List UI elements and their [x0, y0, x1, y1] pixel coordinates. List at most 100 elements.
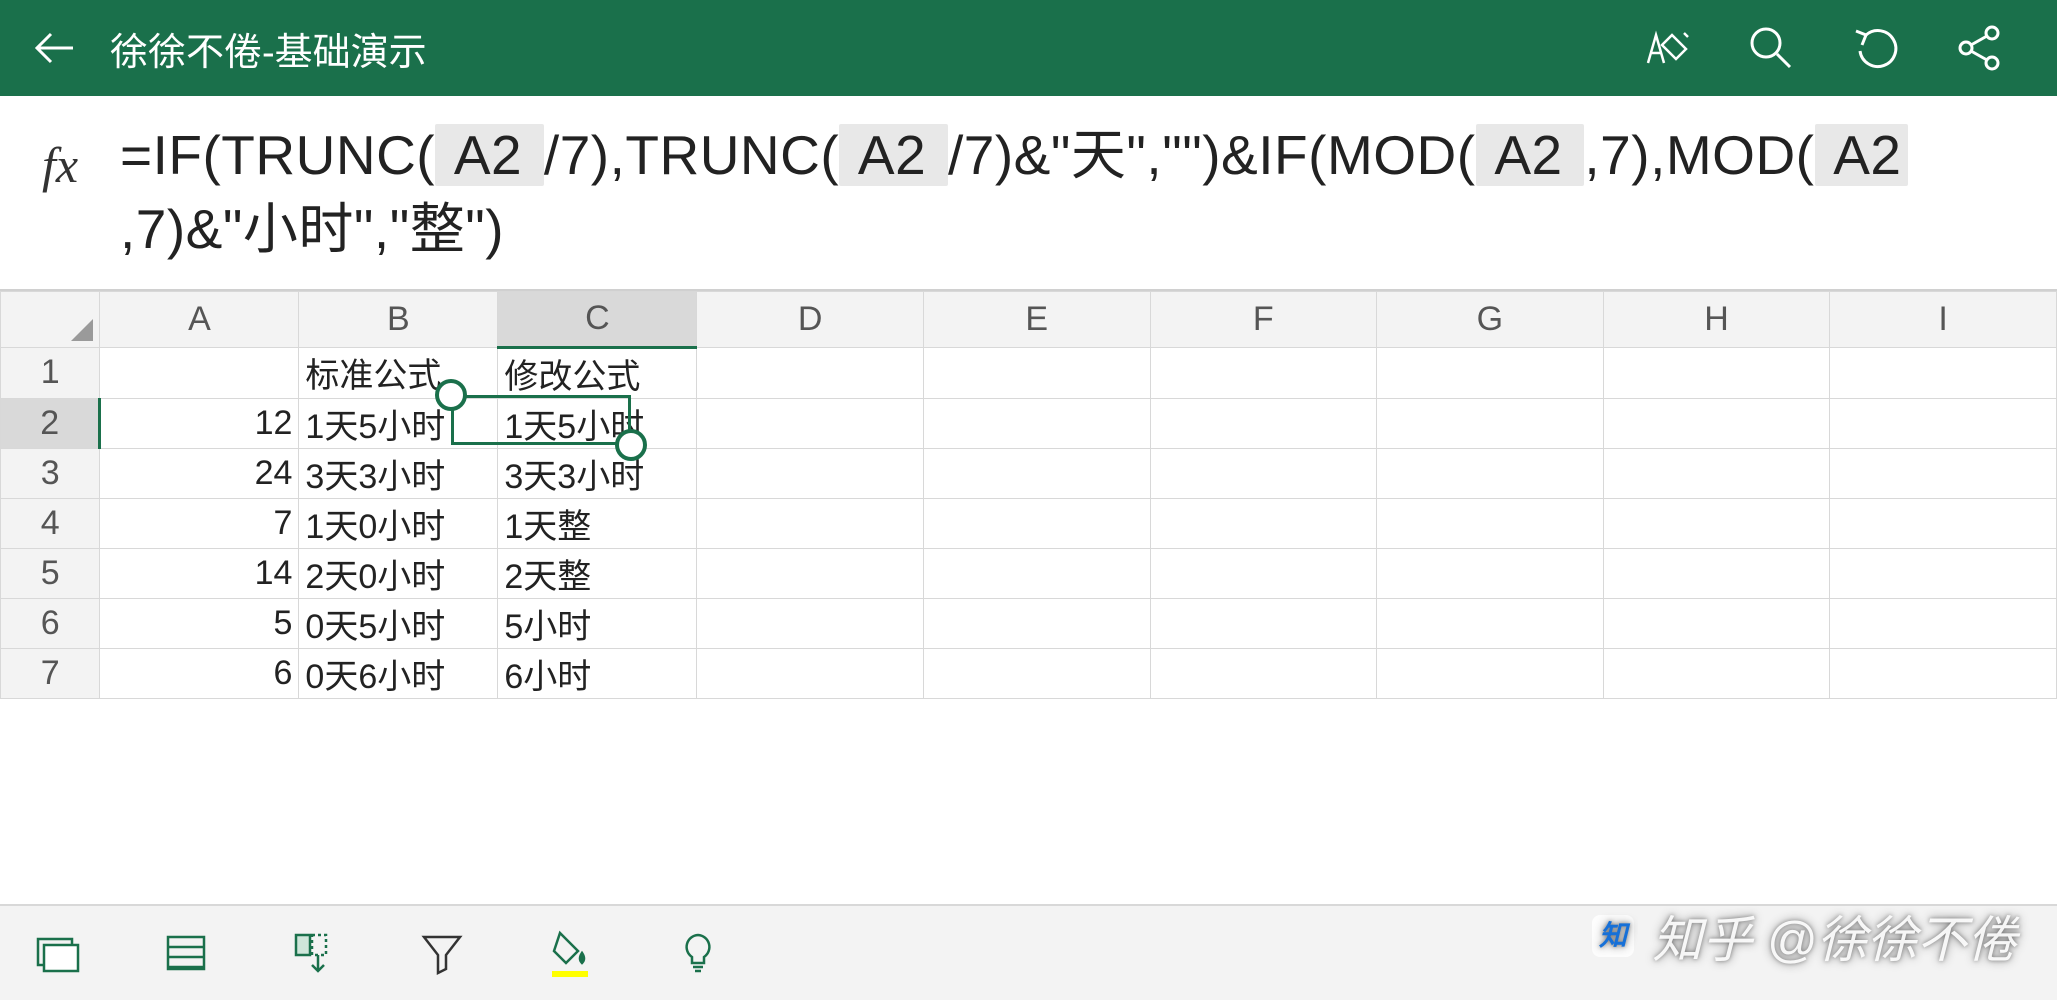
cell-B2[interactable]: 1天5小时 [299, 398, 498, 448]
cell-I6[interactable] [1830, 598, 2057, 648]
cell-H5[interactable] [1603, 548, 1830, 598]
cell-B7[interactable]: 0天6小时 [299, 648, 498, 698]
cell-C7[interactable]: 6小时 [498, 648, 697, 698]
cell-G4[interactable] [1377, 498, 1604, 548]
cell-C2[interactable]: 1天5小时 [498, 398, 697, 448]
edit-pen-icon[interactable] [1639, 20, 1695, 76]
cell-E1[interactable] [923, 347, 1150, 398]
col-header-C[interactable]: C [498, 291, 697, 347]
col-header-I[interactable]: I [1830, 291, 2057, 347]
cell-E5[interactable] [923, 548, 1150, 598]
cell-B3[interactable]: 3天3小时 [299, 448, 498, 498]
cell-I2[interactable] [1830, 398, 2057, 448]
row-header-6[interactable]: 6 [1, 598, 100, 648]
cell-E7[interactable] [923, 648, 1150, 698]
col-header-F[interactable]: F [1150, 291, 1377, 347]
fill-color-icon[interactable] [542, 925, 598, 981]
cell-I5[interactable] [1830, 548, 2057, 598]
cell-C5[interactable]: 2天整 [498, 548, 697, 598]
cell-I3[interactable] [1830, 448, 2057, 498]
search-icon[interactable] [1743, 20, 1799, 76]
row-header-3[interactable]: 3 [1, 448, 100, 498]
formula-content[interactable]: =IF(TRUNC( A2 /7),TRUNC( A2 /7)&"天","")&… [120, 118, 2057, 267]
cell-H4[interactable] [1603, 498, 1830, 548]
cell-D1[interactable] [697, 347, 924, 398]
cell-C6[interactable]: 5小时 [498, 598, 697, 648]
row-header-4[interactable]: 4 [1, 498, 100, 548]
col-header-D[interactable]: D [697, 291, 924, 347]
row-header-5[interactable]: 5 [1, 548, 100, 598]
cell-H2[interactable] [1603, 398, 1830, 448]
cell-A7[interactable]: 6 [100, 648, 299, 698]
row-header-2[interactable]: 2 [1, 398, 100, 448]
cell-D6[interactable] [697, 598, 924, 648]
cell-E3[interactable] [923, 448, 1150, 498]
cell-F1[interactable] [1150, 347, 1377, 398]
cell-G5[interactable] [1377, 548, 1604, 598]
spreadsheet-area[interactable]: A B C D E F G H I 1 标准公式 修改公式 [0, 291, 2057, 699]
back-icon[interactable] [30, 23, 80, 73]
cell-H3[interactable] [1603, 448, 1830, 498]
cell-E4[interactable] [923, 498, 1150, 548]
formula-segment: ,7),MOD( [1584, 124, 1814, 186]
lightbulb-icon[interactable] [670, 925, 726, 981]
cell-E6[interactable] [923, 598, 1150, 648]
cell-G7[interactable] [1377, 648, 1604, 698]
filter-icon[interactable] [414, 925, 470, 981]
cell-A5[interactable]: 14 [100, 548, 299, 598]
cell-A3[interactable]: 24 [100, 448, 299, 498]
sort-icon[interactable] [286, 925, 342, 981]
cell-C4[interactable]: 1天整 [498, 498, 697, 548]
formula-segment: /7)&"天","")&IF(MOD( [948, 124, 1476, 186]
share-icon[interactable] [1951, 20, 2007, 76]
row-header-1[interactable]: 1 [1, 347, 100, 398]
cell-A4[interactable]: 7 [100, 498, 299, 548]
select-all-corner[interactable] [1, 291, 100, 347]
cell-I4[interactable] [1830, 498, 2057, 548]
cell-H1[interactable] [1603, 347, 1830, 398]
col-header-B[interactable]: B [299, 291, 498, 347]
spreadsheet-grid[interactable]: A B C D E F G H I 1 标准公式 修改公式 [0, 291, 2057, 699]
cell-D7[interactable] [697, 648, 924, 698]
row-header-7[interactable]: 7 [1, 648, 100, 698]
cell-G3[interactable] [1377, 448, 1604, 498]
cell-G1[interactable] [1377, 347, 1604, 398]
undo-icon[interactable] [1847, 20, 1903, 76]
cell-I7[interactable] [1830, 648, 2057, 698]
cell-I1[interactable] [1830, 347, 2057, 398]
cell-G6[interactable] [1377, 598, 1604, 648]
cell-F4[interactable] [1150, 498, 1377, 548]
cell-C3[interactable]: 3天3小时 [498, 448, 697, 498]
cell-F7[interactable] [1150, 648, 1377, 698]
cell-D5[interactable] [697, 548, 924, 598]
cell-D2[interactable] [697, 398, 924, 448]
cell-H7[interactable] [1603, 648, 1830, 698]
col-header-G[interactable]: G [1377, 291, 1604, 347]
cell-B5[interactable]: 2天0小时 [299, 548, 498, 598]
cell-F5[interactable] [1150, 548, 1377, 598]
col-header-H[interactable]: H [1603, 291, 1830, 347]
formula-bar[interactable]: fx =IF(TRUNC( A2 /7),TRUNC( A2 /7)&"天","… [0, 96, 2057, 291]
cell-B6[interactable]: 0天5小时 [299, 598, 498, 648]
cell-G2[interactable] [1377, 398, 1604, 448]
list-view-icon[interactable] [158, 925, 214, 981]
table-row: 3 24 3天3小时 3天3小时 [1, 448, 2057, 498]
cell-F3[interactable] [1150, 448, 1377, 498]
cell-E2[interactable] [923, 398, 1150, 448]
table-row: 4 7 1天0小时 1天整 [1, 498, 2057, 548]
cell-A1[interactable] [100, 347, 299, 398]
card-view-icon[interactable] [30, 925, 86, 981]
cell-H6[interactable] [1603, 598, 1830, 648]
col-header-A[interactable]: A [100, 291, 299, 347]
cell-B4[interactable]: 1天0小时 [299, 498, 498, 548]
cell-A2[interactable]: 12 [100, 398, 299, 448]
cell-C1[interactable]: 修改公式 [498, 347, 697, 398]
col-header-E[interactable]: E [923, 291, 1150, 347]
cell-F6[interactable] [1150, 598, 1377, 648]
cell-A6[interactable]: 5 [100, 598, 299, 648]
cell-D3[interactable] [697, 448, 924, 498]
cell-B1[interactable]: 标准公式 [299, 347, 498, 398]
formula-cell-ref: A2 [1815, 124, 1908, 186]
cell-D4[interactable] [697, 498, 924, 548]
cell-F2[interactable] [1150, 398, 1377, 448]
